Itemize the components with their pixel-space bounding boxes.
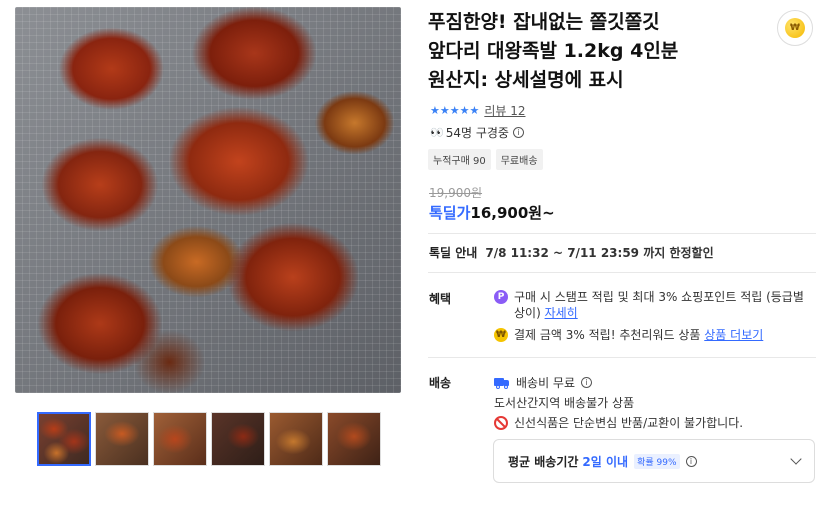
truck-icon — [494, 377, 510, 389]
talk-deal-coin-button[interactable]: ₩ — [777, 10, 813, 46]
reward-coin-icon: ₩ — [494, 328, 508, 342]
divider — [428, 357, 816, 358]
thumbnail-5[interactable] — [269, 412, 323, 466]
info-icon[interactable]: i — [512, 127, 524, 138]
product-info: 푸짐한양! 잡내없는 쫄깃쫄깃 앞다리 대왕족발 1.2kg 4인분 원산지: … — [428, 8, 818, 95]
benefit-item-reward: ₩ 결제 금액 3% 적립! 추천리워드 상품 상품 더보기 — [494, 327, 814, 343]
review-link[interactable]: 리뷰 12 — [484, 102, 525, 119]
deal-notice-label: 톡딜 안내 — [429, 246, 478, 260]
fresh-food-row: 신선식품은 단순변심 반품/교환이 불가합니다. — [494, 414, 743, 431]
viewers-row: 👀 54명 구경중 i — [430, 124, 524, 141]
product-title-line-1: 푸짐한양! 잡내없는 쫄깃쫄깃 — [428, 11, 660, 33]
thumbnail-strip — [37, 412, 381, 466]
shipping-info-icon[interactable]: i — [581, 377, 593, 388]
deal-price: 16,900원~ — [470, 204, 555, 222]
product-title-line-3: 원산지: 상세설명에 표시 — [428, 69, 624, 91]
benefit-item-stamp: P 구매 시 스탬프 적립 및 최대 3% 쇼핑포인트 적립 (등급별 상이) … — [494, 289, 814, 321]
badge-list: 누적구매 90 무료배송 — [428, 149, 543, 170]
shipping-region-row: 도서산간지역 배송불가 상품 — [494, 394, 634, 411]
delivery-days: 2일 이내 — [582, 454, 629, 469]
shipping-label: 배송 — [429, 376, 452, 390]
product-title-line-2: 앞다리 대왕족발 1.2kg 4인분 — [428, 40, 679, 62]
divider — [428, 233, 816, 234]
delivery-period-label: 평균 배송기간 — [508, 454, 579, 469]
eyes-icon: 👀 — [430, 126, 444, 139]
fresh-food-notice: 신선식품은 단순변심 반품/교환이 불가합니다. — [514, 416, 744, 430]
coin-icon: ₩ — [785, 18, 805, 38]
thumbnail-6[interactable] — [327, 412, 381, 466]
benefit-label: 혜택 — [429, 292, 452, 306]
badge-purchase-count: 누적구매 90 — [428, 149, 491, 170]
delivery-info-icon[interactable]: i — [685, 455, 697, 467]
shipping-region-notice: 도서산간지역 배송불가 상품 — [494, 396, 635, 410]
shipping-fee: 배송비 무료 — [516, 376, 576, 390]
shipping-fee-row: 배송비 무료 i — [494, 374, 593, 391]
delivery-period-dropdown[interactable]: 평균 배송기간 2일 이내 확률 99% i — [493, 439, 815, 483]
star-rating-icon: ★★★★★ — [430, 104, 480, 117]
benefit-item-stamp-text: 구매 시 스탬프 적립 및 최대 3% 쇼핑포인트 적립 (등급별 상이) 자세… — [514, 289, 814, 321]
deal-notice: 톡딜 안내 7/8 11:32 ~ 7/11 23:59 까지 한정할인 — [429, 244, 714, 261]
thumbnail-4[interactable] — [211, 412, 265, 466]
divider — [428, 272, 816, 273]
more-products-link[interactable]: 상품 더보기 — [704, 328, 763, 342]
chevron-down-icon — [790, 453, 802, 465]
thumbnail-3[interactable] — [153, 412, 207, 466]
deal-price-row: 톡딜가 16,900원~ — [429, 202, 555, 223]
viewers-count: 54명 구경중 — [445, 126, 509, 140]
product-main-image — [15, 7, 401, 393]
thumbnail-1[interactable] — [37, 412, 91, 466]
original-price: 19,900원 — [429, 186, 483, 200]
thumbnail-2[interactable] — [95, 412, 149, 466]
deal-label: 톡딜가 — [429, 204, 471, 222]
badge-free-shipping: 무료배송 — [495, 149, 543, 170]
benefit-item-reward-text: 결제 금액 3% 적립! 추천리워드 상품 상품 더보기 — [514, 327, 763, 343]
benefit-reward-desc: 결제 금액 3% 적립! 추천리워드 상품 — [514, 328, 705, 342]
prohibited-icon — [494, 415, 508, 430]
benefit-detail-link[interactable]: 자세히 — [545, 306, 578, 320]
delivery-probability-badge: 확률 99% — [634, 453, 680, 469]
rating-row: ★★★★★ 리뷰 12 — [430, 102, 525, 119]
point-icon: P — [494, 290, 508, 304]
product-title: 푸짐한양! 잡내없는 쫄깃쫄깃 앞다리 대왕족발 1.2kg 4인분 원산지: … — [428, 8, 758, 95]
deal-notice-period: 7/8 11:32 ~ 7/11 23:59 까지 한정할인 — [485, 246, 714, 260]
